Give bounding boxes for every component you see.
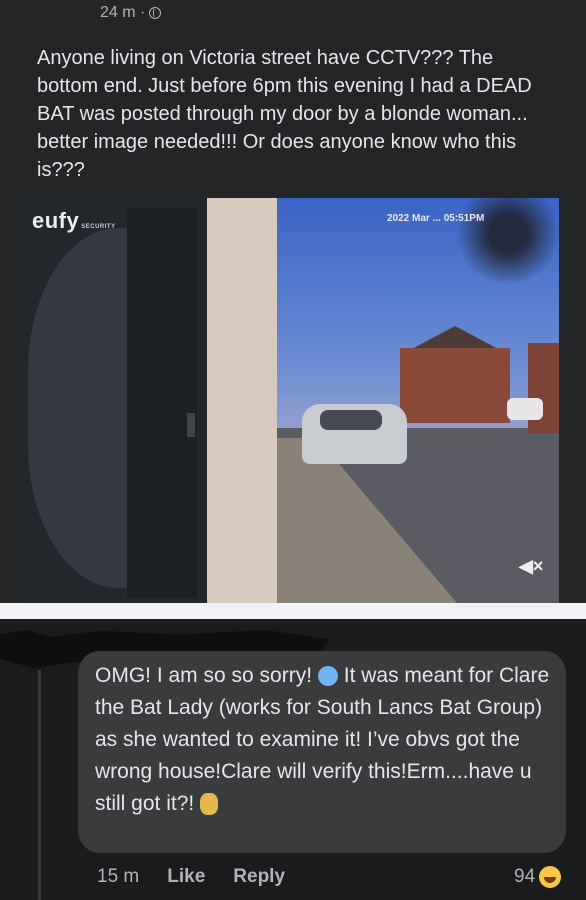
post-text: Anyone living on Victoria street have CC… [37, 47, 532, 181]
post-card: 24 m · Anyone living on Victoria street … [0, 0, 586, 603]
eufy-logo: eufy SECURITY [32, 208, 116, 234]
photo-tree [432, 198, 559, 288]
screaming-face-emoji [317, 666, 338, 687]
thread-line [38, 670, 41, 900]
reaction-count: 94 [514, 866, 536, 887]
screenshot-divider [0, 603, 586, 619]
photo-car-window [320, 410, 382, 430]
post-time[interactable]: 24 m · [100, 4, 145, 22]
comment-text: OMG! I am so so sorry! It was meant for … [95, 660, 555, 820]
photo-door-handle [187, 413, 195, 437]
laughing-face-icon [539, 866, 562, 888]
photo-car-distant [507, 398, 543, 420]
photo-door-panel [127, 208, 197, 598]
comment-time[interactable]: 15 m [97, 866, 139, 888]
comment-actions: 15 m Like Reply [97, 866, 285, 888]
speaker-mute-icon[interactable]: ◀× [519, 556, 543, 577]
logo-text: eufy [32, 208, 80, 233]
globe-icon [149, 7, 162, 19]
photo-door [22, 198, 207, 603]
like-button[interactable]: Like [167, 866, 205, 888]
post-photo[interactable]: eufy SECURITY 2022 Mar ... 05:51PM ◀× [22, 198, 559, 603]
post-meta: 24 m · [100, 4, 162, 22]
logo-sub: SECURITY [81, 224, 116, 230]
camera-timestamp: 2022 Mar ... 05:51PM [387, 213, 485, 224]
reaction-summary[interactable]: 94 [514, 866, 562, 888]
reply-button[interactable]: Reply [233, 866, 285, 888]
comment-text-part1: OMG! I am so so sorry! [95, 664, 313, 687]
photo-house [400, 348, 510, 423]
facepalm-emoji [200, 793, 219, 816]
photo-wall [202, 198, 277, 603]
